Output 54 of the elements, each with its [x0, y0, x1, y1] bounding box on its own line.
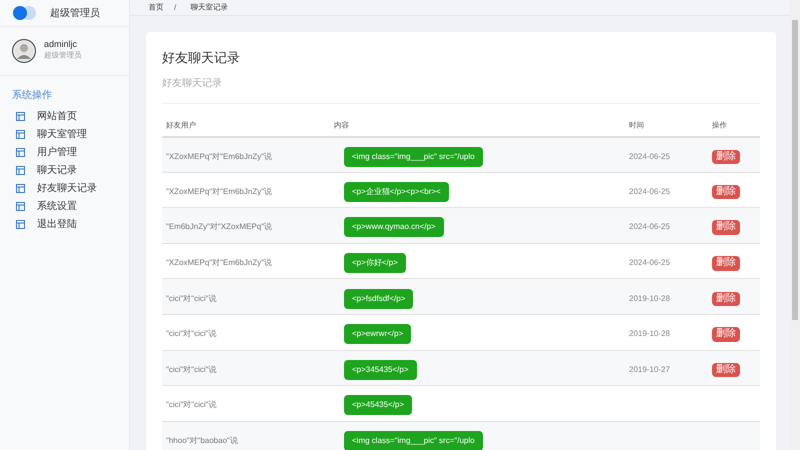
window-icon	[16, 166, 25, 174]
table-cell: "XZoxMEPq"对"Em6bJnZy"说	[166, 258, 272, 268]
card-title: 好友聊天记录	[162, 49, 241, 67]
table-cell: "XZoxMEPq"对"Em6bJnZy"说	[166, 186, 272, 196]
table-cell: "cici"对"cici"说	[166, 400, 216, 410]
content-tag: <p>你好</p>	[344, 253, 406, 274]
sidebar-item[interactable]: 退出登陆	[37, 216, 77, 232]
delete-button[interactable]: 删除	[712, 362, 740, 378]
content-tag: <p>fsdfsdf</p>	[344, 288, 414, 309]
sidebar-item[interactable]: 用户管理	[37, 144, 77, 160]
window-icon	[16, 202, 25, 210]
table-cell: "hhoo"对"baobao"说	[166, 436, 238, 446]
delete-button[interactable]: 删除	[712, 184, 740, 200]
window-icon	[16, 112, 25, 120]
delete-button[interactable]: 删除	[712, 220, 740, 235]
delete-button[interactable]: 删除	[712, 292, 740, 306]
content-tag: <p>345435</p>	[344, 360, 417, 380]
window-icon	[16, 220, 25, 228]
breadcrumb-separator: /	[174, 2, 176, 14]
table-cell: 2024-06-25	[629, 222, 670, 232]
table-cell: "cici"对"cici"说	[166, 329, 216, 338]
table-cell: "cici"对"cici"说	[166, 364, 216, 374]
window-icon	[16, 148, 25, 156]
content-tag: <img class="img___pic" src="/uplo	[344, 431, 483, 450]
user-name: adminljc	[44, 39, 78, 50]
logo-icon	[12, 6, 38, 20]
window-icon	[16, 130, 25, 138]
sidebar-section-title: 系统操作	[11, 88, 53, 103]
delete-button[interactable]: 删除	[712, 327, 740, 342]
table-cell: 2019-10-28	[629, 294, 670, 303]
sidebar-item[interactable]: 聊天记录	[37, 162, 77, 178]
delete-button[interactable]: 删除	[712, 150, 740, 164]
content-tag: <p>企业猫</p><p><br><	[344, 182, 449, 202]
content-tag: <img class="img___pic" src="/uplo	[344, 146, 483, 167]
sidebar-item[interactable]: 网站首页	[37, 108, 77, 124]
brand-title: 超级管理员	[50, 6, 100, 20]
table-cell: 2019-10-27	[629, 364, 670, 374]
avatar-icon	[12, 39, 36, 63]
card-subtitle: 好友聊天记录	[162, 76, 760, 104]
table-cell: 2024-06-25	[629, 152, 670, 161]
content-tag: <p>45435</p>	[344, 395, 412, 416]
table-cell: "cici"对"cici"说	[166, 294, 216, 303]
table-cell: 2024-06-25	[629, 258, 670, 268]
sidebar-item[interactable]: 聊天室管理	[37, 126, 87, 142]
content-tag: <p>www.qymao.cn</p>	[344, 217, 444, 238]
sidebar-item[interactable]: 好友聊天记录	[37, 180, 97, 196]
content-tag: <p>ewrwr</p>	[344, 324, 412, 344]
sidebar-item[interactable]: 系统设置	[37, 198, 77, 214]
table-cell: "XZoxMEPq"对"Em6bJnZy"说	[166, 152, 272, 161]
table-cell: 2024-06-25	[629, 186, 670, 196]
window-icon	[16, 184, 25, 192]
table-cell: 2019-10-28	[629, 329, 670, 338]
delete-button[interactable]: 删除	[712, 256, 740, 271]
table-cell: "Em6bJnZy"对"XZoxMEPq"说	[166, 222, 272, 232]
